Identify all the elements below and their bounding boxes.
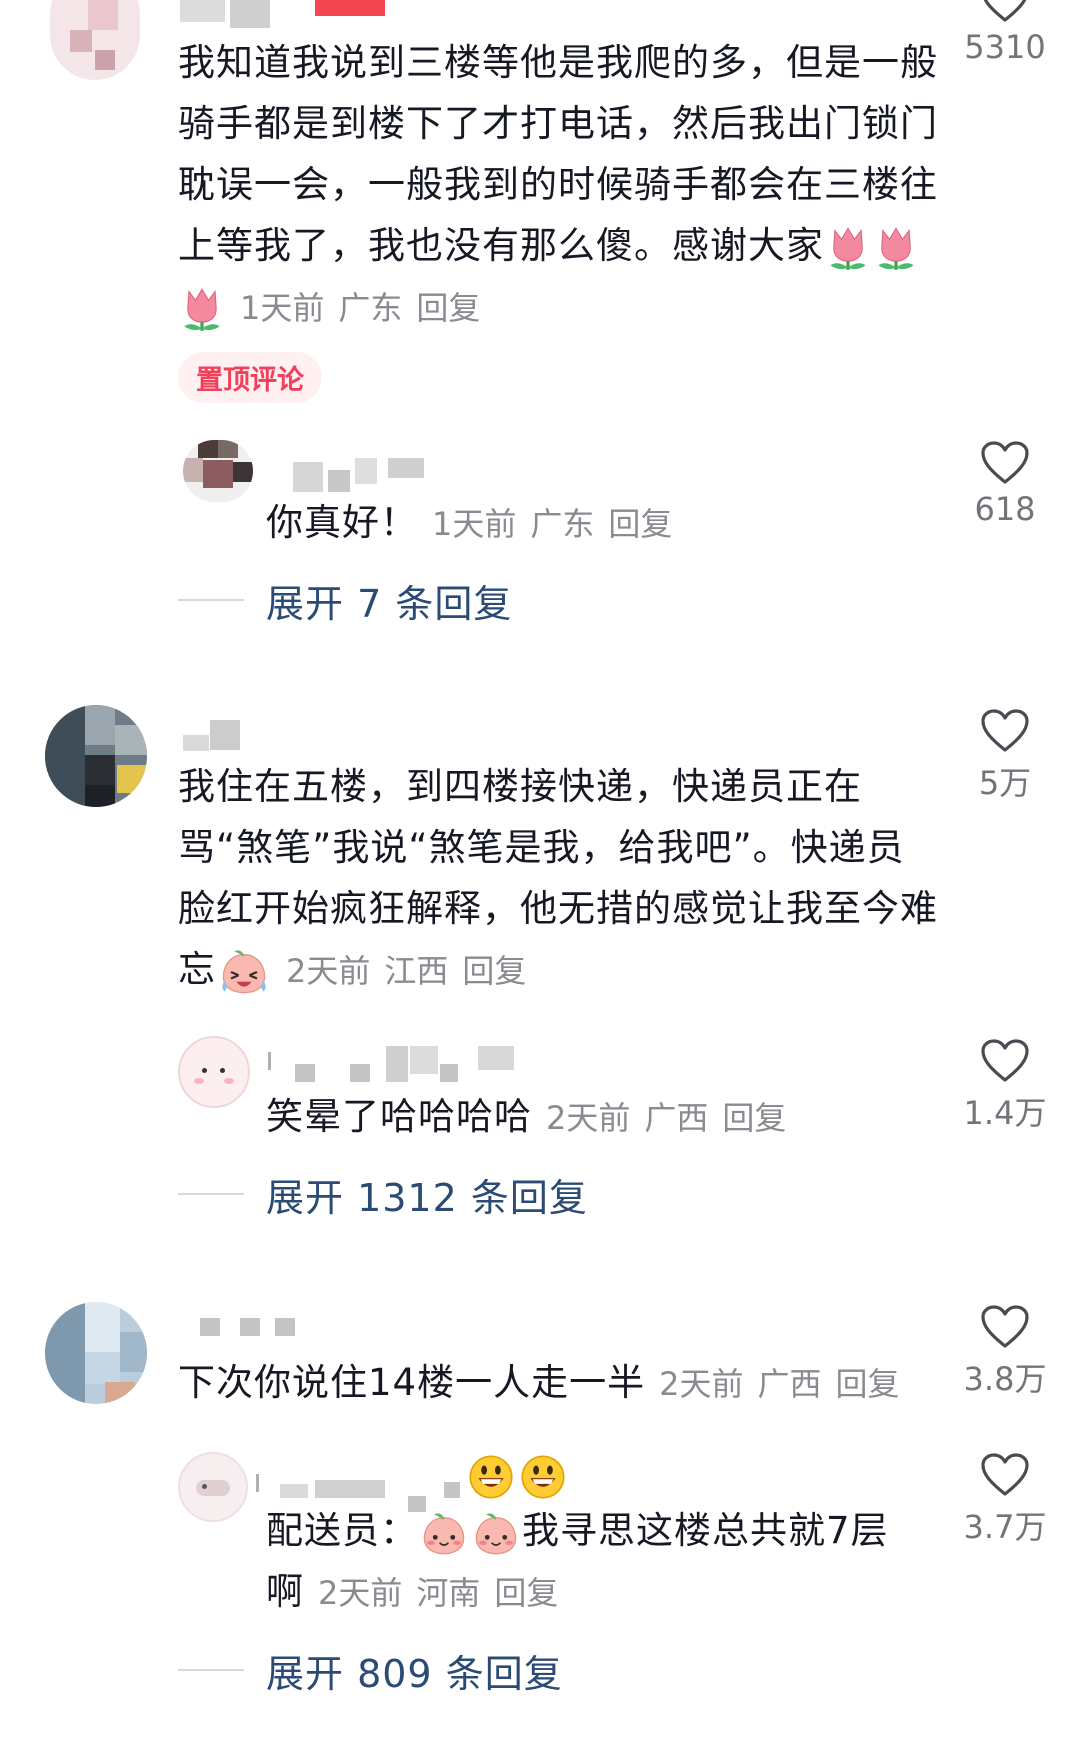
like-count: 5万 [978, 764, 1032, 802]
expand-replies-button[interactable]: 展开 809 条回复 [178, 1640, 563, 1700]
comment-text: 下次你说住14楼一人走一半 2天前 广西 回复 [178, 1361, 900, 1404]
reply-location: 广西 [644, 1099, 709, 1137]
reply-location: 河南 [416, 1574, 481, 1612]
divider [178, 1669, 244, 1671]
reply-button[interactable]: 回复 [462, 952, 526, 990]
heart-icon [980, 1038, 1030, 1084]
grin-emoji [468, 1454, 514, 1500]
avatar[interactable] [183, 440, 253, 502]
like-button[interactable]: 618 [950, 440, 1060, 528]
like-button[interactable]: 5310 [950, 0, 1060, 66]
reply-time: 2天前 [546, 1099, 631, 1137]
reply-button[interactable]: 回复 [416, 289, 480, 327]
pinned-badge: 置顶评论 [178, 352, 322, 403]
tulip-emoji [826, 224, 870, 272]
heart-icon [980, 0, 1030, 24]
comment-text: 我知道我说到三楼等他是我爬的多，但是一般骑手都是到楼下了才打电话，然后我出门锁门… [178, 32, 938, 339]
crying-laugh-emoji [218, 948, 270, 996]
heart-icon [980, 1304, 1030, 1350]
reply-location: 广东 [530, 505, 595, 543]
reply-text: 你真好！ 1天前 广东 回复 [266, 501, 673, 544]
reply-time: 1天前 [432, 505, 517, 543]
comment-text: 我住在五楼，到四楼接快递，快递员正在骂“煞笔”我说“煞笔是我，给我吧”。快递员脸… [178, 756, 938, 1002]
comment-time: 2天前 [659, 1365, 744, 1403]
expand-label: 展开 7 条回复 [266, 581, 513, 626]
heart-icon [980, 440, 1030, 486]
reply-time: 2天前 [318, 1574, 403, 1612]
like-count: 1.4万 [963, 1094, 1047, 1132]
avatar[interactable] [50, 0, 140, 80]
like-button[interactable]: 1.4万 [950, 1038, 1060, 1134]
comment-time: 2天前 [286, 952, 371, 990]
like-count: 618 [974, 490, 1036, 528]
reply-text: 配送员： 我寻思这楼总共就7层啊 2天前 河南 回复 [266, 1509, 889, 1613]
heart-icon [980, 708, 1030, 754]
comment-location: 江西 [384, 952, 449, 990]
reply-text: 笑晕了哈哈哈哈 2天前 广西 回复 [266, 1095, 787, 1138]
divider [178, 1193, 244, 1195]
reply-button[interactable]: 回复 [835, 1365, 899, 1403]
reply-button[interactable]: 回复 [494, 1574, 558, 1612]
avatar[interactable] [45, 1302, 147, 1404]
reply-button[interactable]: 回复 [722, 1099, 786, 1137]
grin-emoji [520, 1454, 566, 1500]
peach-face-emoji [472, 1509, 520, 1557]
like-button[interactable]: 3.8万 [950, 1304, 1060, 1400]
avatar[interactable] [178, 1036, 250, 1108]
divider [178, 599, 244, 601]
expand-label: 展开 1312 条回复 [266, 1175, 588, 1220]
avatar[interactable] [45, 705, 147, 807]
like-count: 3.8万 [963, 1360, 1047, 1398]
like-count: 3.7万 [963, 1508, 1047, 1546]
tulip-emoji [874, 224, 918, 272]
avatar[interactable] [178, 1452, 248, 1522]
like-button[interactable]: 5万 [950, 708, 1060, 804]
comment-time: 1天前 [240, 289, 325, 327]
heart-icon [980, 1452, 1030, 1498]
tulip-emoji [180, 285, 224, 333]
like-count: 5310 [964, 28, 1046, 66]
reply-button[interactable]: 回复 [608, 505, 672, 543]
comment-location: 广西 [757, 1365, 822, 1403]
expand-replies-button[interactable]: 展开 1312 条回复 [178, 1164, 588, 1224]
comment-location: 广东 [338, 289, 403, 327]
expand-replies-button[interactable]: 展开 7 条回复 [178, 570, 512, 630]
peach-face-emoji [420, 1509, 468, 1557]
reply-prefix: 配送员： [266, 1509, 418, 1552]
expand-label: 展开 809 条回复 [266, 1651, 563, 1696]
like-button[interactable]: 3.7万 [950, 1452, 1060, 1548]
